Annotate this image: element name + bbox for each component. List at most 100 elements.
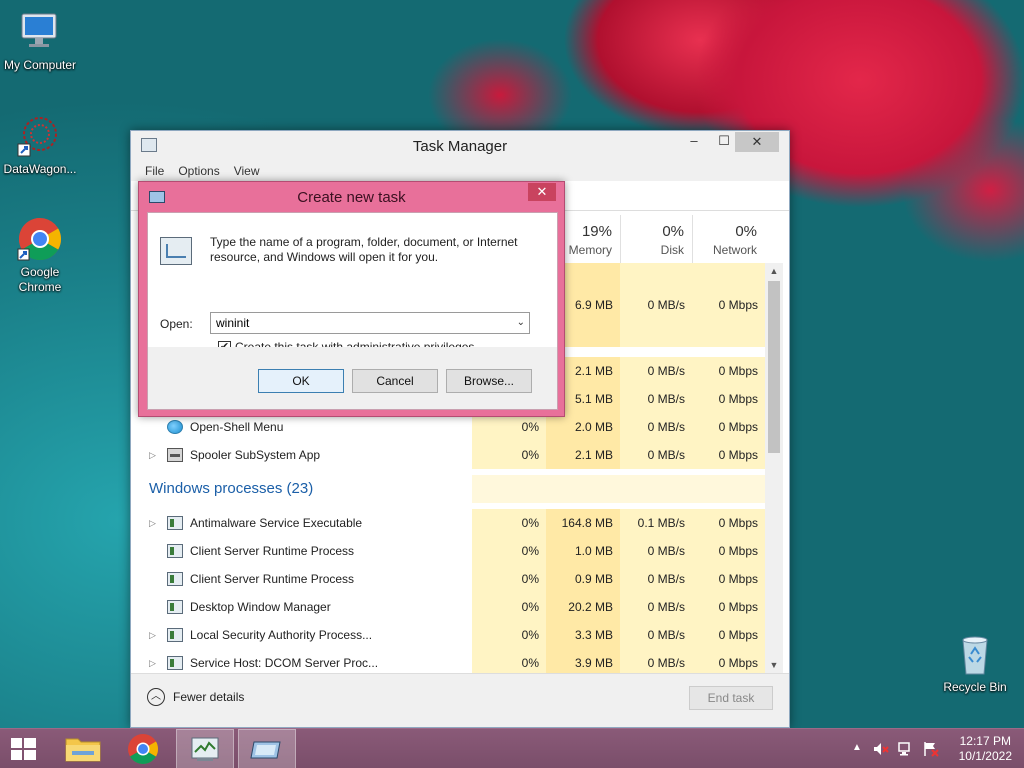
disk-cell: 0.1 MB/s — [620, 509, 692, 537]
open-label: Open: — [160, 317, 193, 331]
table-row[interactable]: Desktop Window Manager 0% 20.2 MB 0 MB/s… — [131, 593, 765, 621]
process-icon — [167, 516, 183, 530]
fewer-details-label: Fewer details — [173, 690, 245, 704]
network-cell: 0 Mbps — [692, 621, 765, 649]
volume-muted-icon[interactable] — [872, 740, 890, 768]
menu-bar: File Options View — [131, 161, 789, 181]
desktop-icon-label: DataWagon... — [3, 162, 77, 176]
cpu-cell: 0% — [472, 565, 546, 593]
expand-arrow-icon[interactable]: ▷ — [149, 649, 156, 673]
disk-label: Disk — [660, 243, 684, 257]
expand-arrow-icon[interactable]: ▷ — [149, 441, 156, 469]
network-cell: 0 Mbps — [692, 291, 765, 319]
vertical-scrollbar[interactable]: ▲ ▼ — [765, 263, 783, 673]
process-name: Antimalware Service Executable — [190, 516, 363, 530]
desktop-icon-chrome[interactable]: Google Chrome — [0, 215, 80, 295]
disk-cell: 0 MB/s — [620, 413, 692, 441]
footer-bar: ︿ Fewer details End task — [131, 673, 789, 727]
windows-logo-icon — [11, 738, 36, 760]
network-cell: 0 Mbps — [692, 509, 765, 537]
action-center-warning-icon[interactable] — [922, 740, 940, 768]
expand-arrow-icon[interactable]: ▷ — [149, 621, 156, 649]
disk-cell: 0 MB/s — [620, 565, 692, 593]
taskbar: ▲ 12:17 PM 10/1/2022 — [0, 728, 1024, 768]
memory-cell: 0.9 MB — [546, 565, 620, 593]
menu-file[interactable]: File — [145, 164, 164, 178]
memory-cell: 3.3 MB — [546, 621, 620, 649]
close-button[interactable]: ✕ — [735, 132, 779, 152]
menu-options[interactable]: Options — [178, 164, 219, 178]
memory-cell: 2.1 MB — [546, 441, 620, 469]
tray-overflow-chevron[interactable]: ▲ — [852, 742, 862, 768]
disk-cell: 0 MB/s — [620, 649, 692, 673]
chrome-icon — [16, 215, 64, 263]
process-icon — [167, 656, 183, 670]
disk-cell: 0 MB/s — [620, 593, 692, 621]
network-icon[interactable] — [897, 740, 915, 768]
run-dialog-taskbar-button[interactable] — [238, 729, 296, 768]
dialog-close-button[interactable]: ✕ — [528, 183, 556, 201]
disk-cell: 0 MB/s — [620, 291, 692, 319]
memory-cell: 3.9 MB — [546, 649, 620, 673]
clock-time: 12:17 PM — [959, 734, 1011, 748]
clock-date: 10/1/2022 — [958, 749, 1012, 763]
memory-cell: 1.0 MB — [546, 537, 620, 565]
table-row[interactable]: ▷ Spooler SubSystem App 0% 2.1 MB 0 MB/s… — [131, 441, 765, 469]
ok-button[interactable]: OK — [258, 369, 344, 393]
dialog-description: Type the name of a program, folder, docu… — [210, 235, 518, 264]
network-label: Network — [712, 243, 757, 257]
dialog-body: Type the name of a program, folder, docu… — [147, 212, 558, 410]
scroll-up-icon[interactable]: ▲ — [765, 263, 783, 279]
computer-icon — [16, 8, 64, 56]
group-header-row[interactable]: Windows processes (23) — [131, 475, 765, 503]
chrome-icon — [128, 734, 159, 765]
column-header-network[interactable]: 0% Network — [692, 215, 765, 263]
folder-icon — [65, 738, 101, 762]
cancel-button[interactable]: Cancel — [352, 369, 438, 393]
cpu-cell: 0% — [472, 441, 546, 469]
desktop-icon-recycle-bin[interactable]: Recycle Bin — [935, 630, 1015, 695]
process-icon — [167, 544, 183, 558]
minimize-button[interactable]: – — [679, 133, 709, 155]
end-task-button[interactable]: End task — [689, 686, 773, 710]
file-explorer-button[interactable] — [54, 729, 112, 768]
dialog-title: Create new task — [297, 189, 406, 206]
memory-cell: 20.2 MB — [546, 593, 620, 621]
menu-view[interactable]: View — [234, 164, 260, 178]
open-shell-icon — [167, 420, 183, 434]
process-icon — [167, 572, 183, 586]
process-name: Spooler SubSystem App — [190, 448, 321, 462]
expand-arrow-icon[interactable]: ▷ — [149, 509, 156, 537]
table-row[interactable]: ▷ Antimalware Service Executable 0% 164.… — [131, 509, 765, 537]
chevron-down-icon[interactable]: ⌄ — [517, 313, 525, 333]
network-cell: 0 Mbps — [692, 357, 765, 385]
table-row[interactable]: ▷ Service Host: DCOM Server Proc... 0% 3… — [131, 649, 765, 673]
process-name: Client Server Runtime Process — [190, 572, 355, 586]
column-header-disk[interactable]: 0% Disk — [620, 215, 692, 263]
cpu-cell: 0% — [472, 413, 546, 441]
network-cell: 0 Mbps — [692, 441, 765, 469]
scroll-thumb[interactable] — [768, 281, 780, 453]
recycle-bin-icon — [951, 630, 999, 678]
chrome-taskbar-button[interactable] — [114, 729, 172, 768]
create-new-task-dialog: Create new task ✕ Type the name of a pro… — [138, 181, 565, 417]
table-row[interactable]: Client Server Runtime Process 0% 1.0 MB … — [131, 537, 765, 565]
disk-percent: 0% — [662, 223, 684, 240]
table-row[interactable]: Client Server Runtime Process 0% 0.9 MB … — [131, 565, 765, 593]
scroll-down-icon[interactable]: ▼ — [765, 657, 783, 673]
title-bar[interactable]: Task Manager – ☐ ✕ — [131, 131, 789, 161]
process-name: Service Host: DCOM Server Proc... — [190, 656, 379, 670]
desktop-icon-datawagon[interactable]: DataWagon... — [0, 112, 80, 177]
table-row[interactable]: Open-Shell Menu 0% 2.0 MB 0 MB/s 0 Mbps — [131, 413, 765, 441]
open-combobox[interactable]: wininit ⌄ — [210, 312, 530, 334]
table-row[interactable]: ▷ Local Security Authority Process... 0%… — [131, 621, 765, 649]
browse-button[interactable]: Browse... — [446, 369, 532, 393]
desktop-icon-my-computer[interactable]: My Computer — [0, 8, 80, 73]
shortcut-icon — [16, 112, 64, 160]
fewer-details-button[interactable]: ︿ Fewer details — [147, 688, 244, 706]
task-manager-taskbar-button[interactable] — [176, 729, 234, 768]
dialog-title-bar[interactable]: Create new task ✕ — [139, 182, 564, 212]
network-cell: 0 Mbps — [692, 565, 765, 593]
system-clock[interactable]: 12:17 PM 10/1/2022 — [959, 734, 1012, 764]
start-button[interactable] — [0, 729, 58, 768]
